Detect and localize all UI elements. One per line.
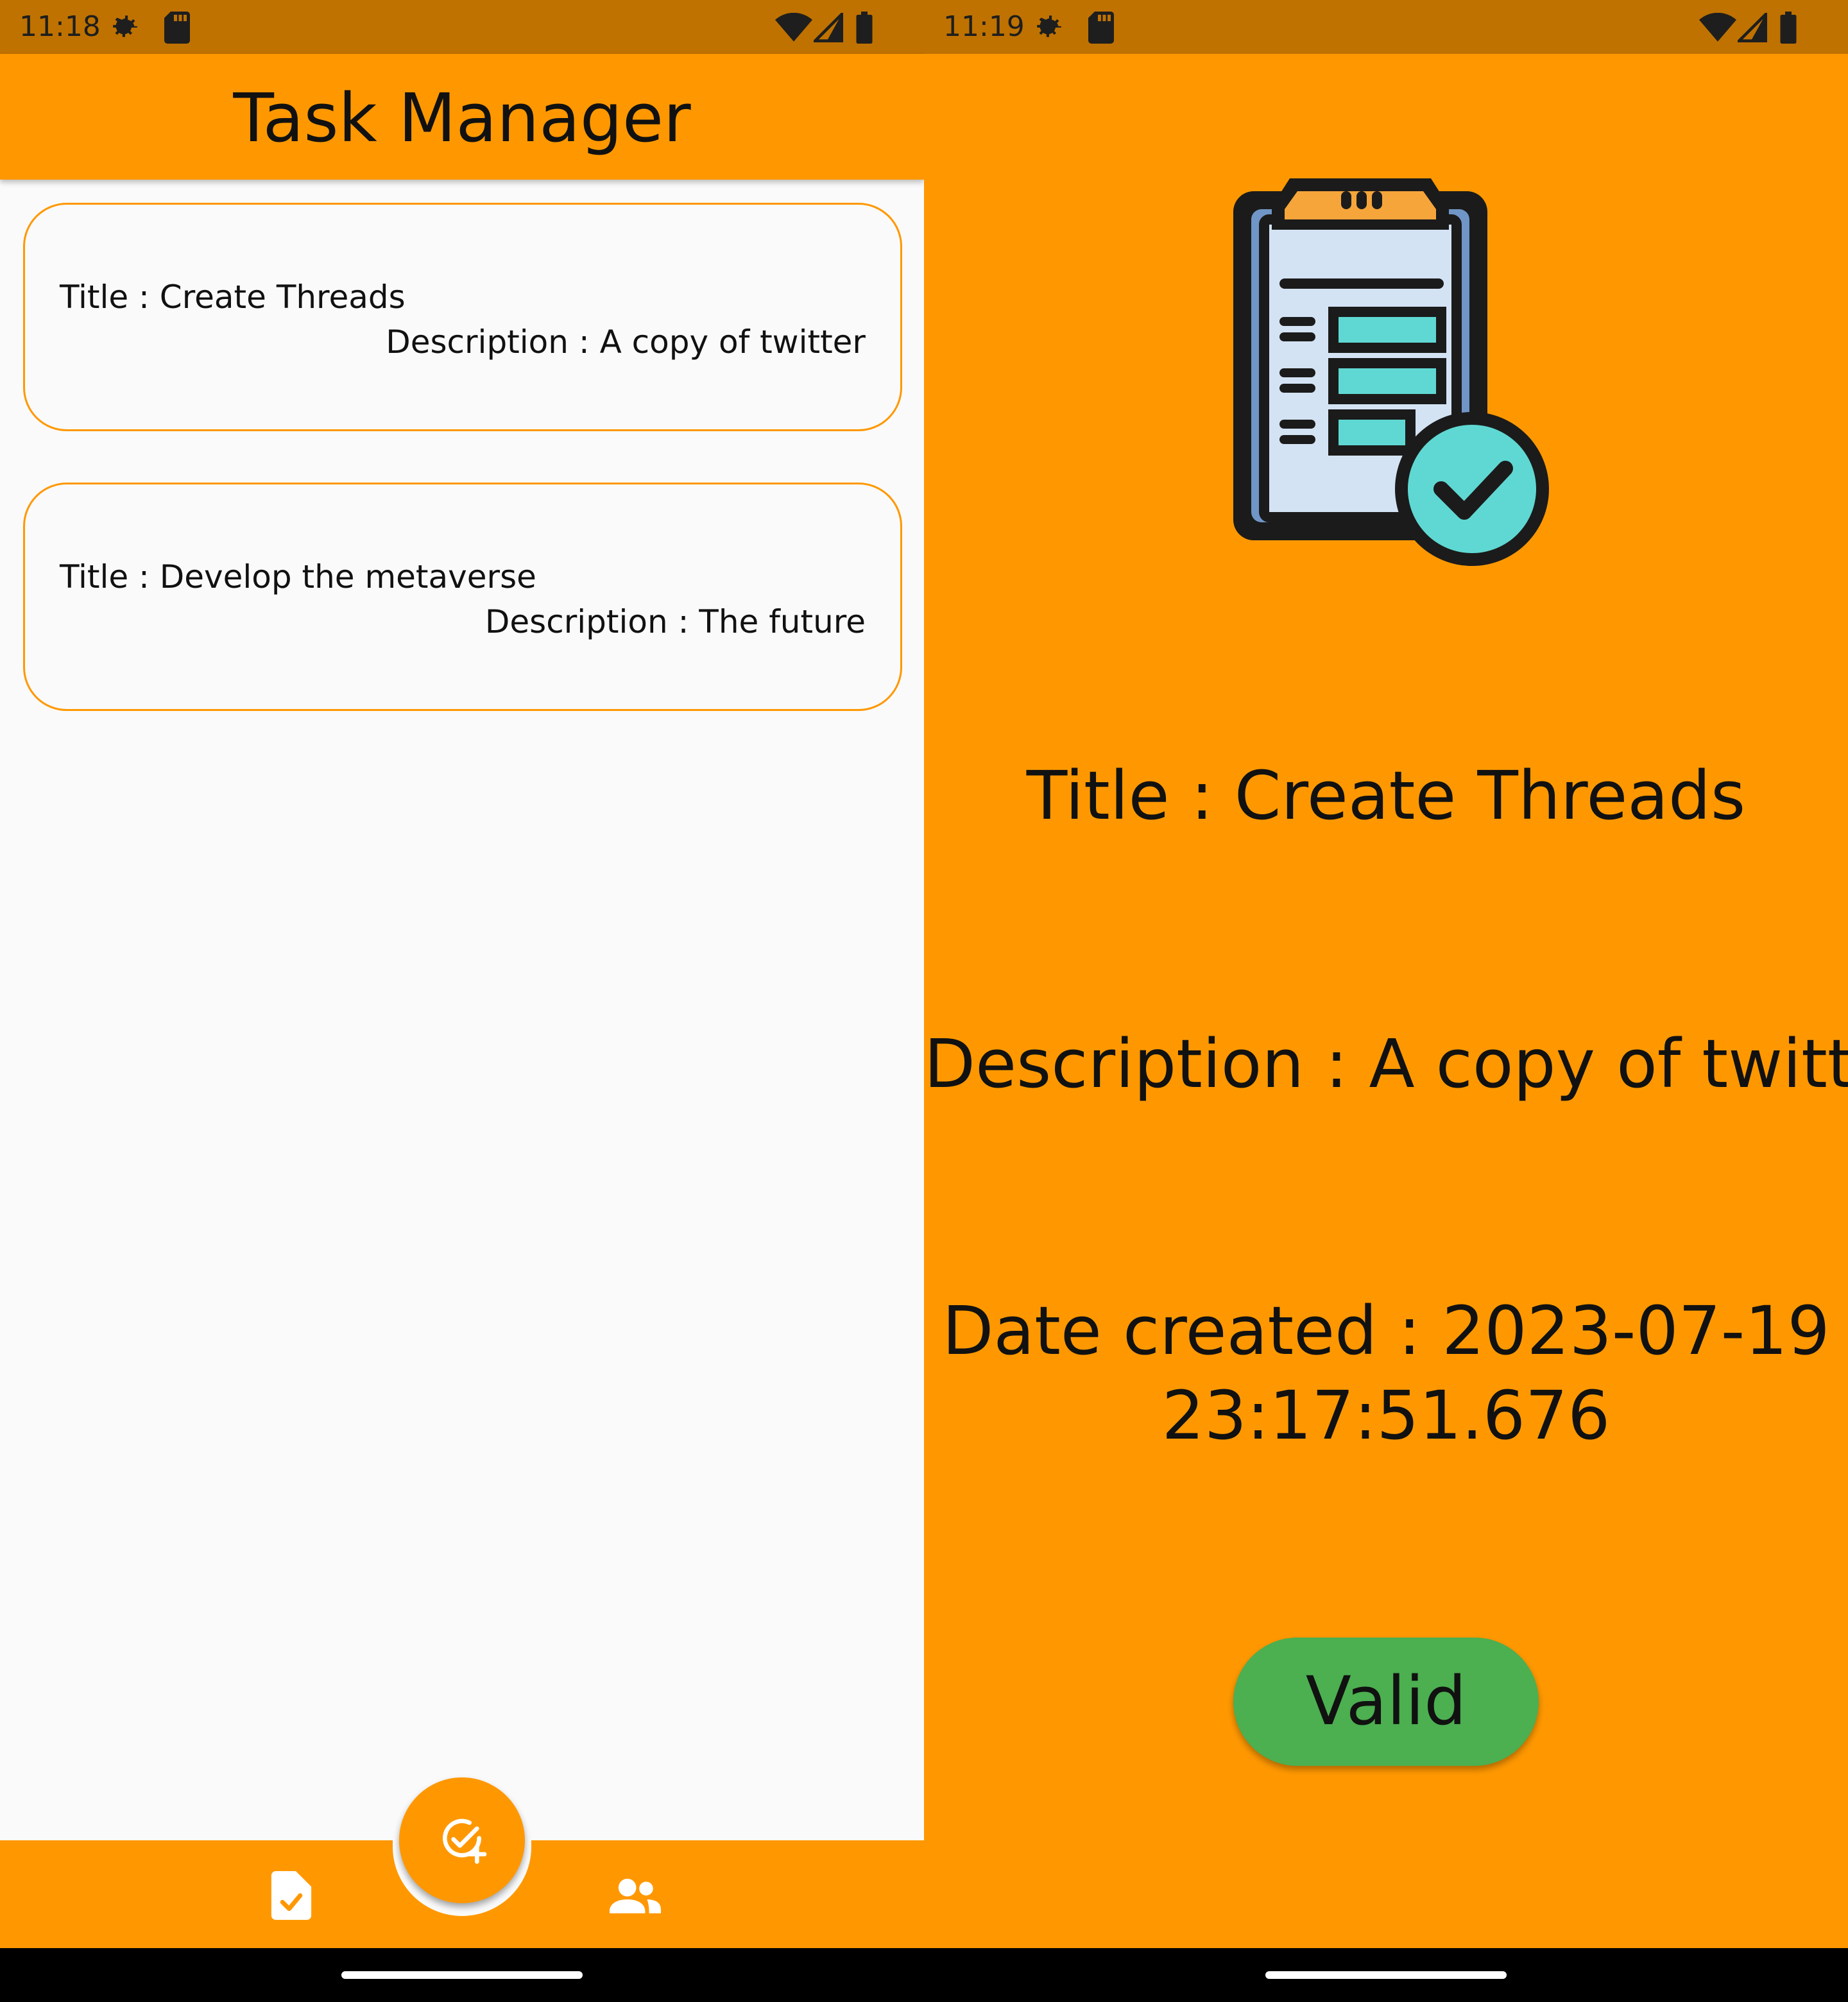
status-time: 11:18 bbox=[19, 10, 101, 43]
home-gesture-handle[interactable] bbox=[1265, 1971, 1507, 1979]
battery-icon bbox=[856, 12, 873, 44]
add-task-button[interactable] bbox=[399, 1777, 525, 1903]
task-list-screen: 11:18 Task Manager Title : Create Thread… bbox=[0, 0, 924, 2002]
sd-card-icon bbox=[1088, 12, 1114, 44]
status-bar: 11:18 bbox=[0, 0, 924, 54]
task-title: Title : Create Threads bbox=[60, 278, 406, 316]
task-detail-title: Title : Create Threads bbox=[1026, 757, 1746, 835]
task-description: Description : A copy of twitter bbox=[386, 323, 866, 361]
signal-icon bbox=[1738, 13, 1767, 42]
system-navigation-bar bbox=[924, 1948, 1848, 2002]
home-gesture-handle[interactable] bbox=[341, 1971, 583, 1979]
settings-gear-icon bbox=[113, 15, 137, 37]
settings-gear-icon bbox=[1037, 15, 1061, 37]
task-document-icon[interactable] bbox=[268, 1871, 314, 1920]
clipboard-checklist-icon bbox=[1233, 178, 1549, 566]
status-bar: 11:19 bbox=[924, 0, 1848, 54]
task-card[interactable]: Title : Create Threads Description : A c… bbox=[23, 203, 902, 431]
sd-card-icon bbox=[164, 12, 190, 44]
valid-button-label: Valid bbox=[1305, 1662, 1467, 1740]
add-task-icon bbox=[443, 1818, 487, 1864]
signal-icon bbox=[814, 13, 843, 42]
task-date-created: Date created : 2023-07-19 23:17:51.676 bbox=[942, 1292, 1830, 1455]
page-title: Task Manager bbox=[233, 79, 691, 157]
task-title: Title : Develop the metaverse bbox=[60, 558, 536, 595]
app-bar: Task Manager bbox=[0, 54, 924, 180]
valid-button[interactable]: Valid bbox=[1233, 1638, 1539, 1766]
status-time: 11:19 bbox=[943, 10, 1025, 43]
task-detail-description: Description : A copy of twitter bbox=[924, 1025, 1848, 1103]
wifi-icon bbox=[1699, 13, 1736, 42]
task-detail-screen: 11:19 Title : Create Threads Description… bbox=[924, 0, 1848, 2002]
task-card[interactable]: Title : Develop the metaverse Descriptio… bbox=[23, 483, 902, 711]
people-icon[interactable] bbox=[610, 1876, 661, 1915]
wifi-icon bbox=[775, 13, 812, 42]
task-description: Description : The future bbox=[484, 603, 866, 640]
system-navigation-bar bbox=[0, 1948, 924, 2002]
battery-icon bbox=[1780, 12, 1797, 44]
